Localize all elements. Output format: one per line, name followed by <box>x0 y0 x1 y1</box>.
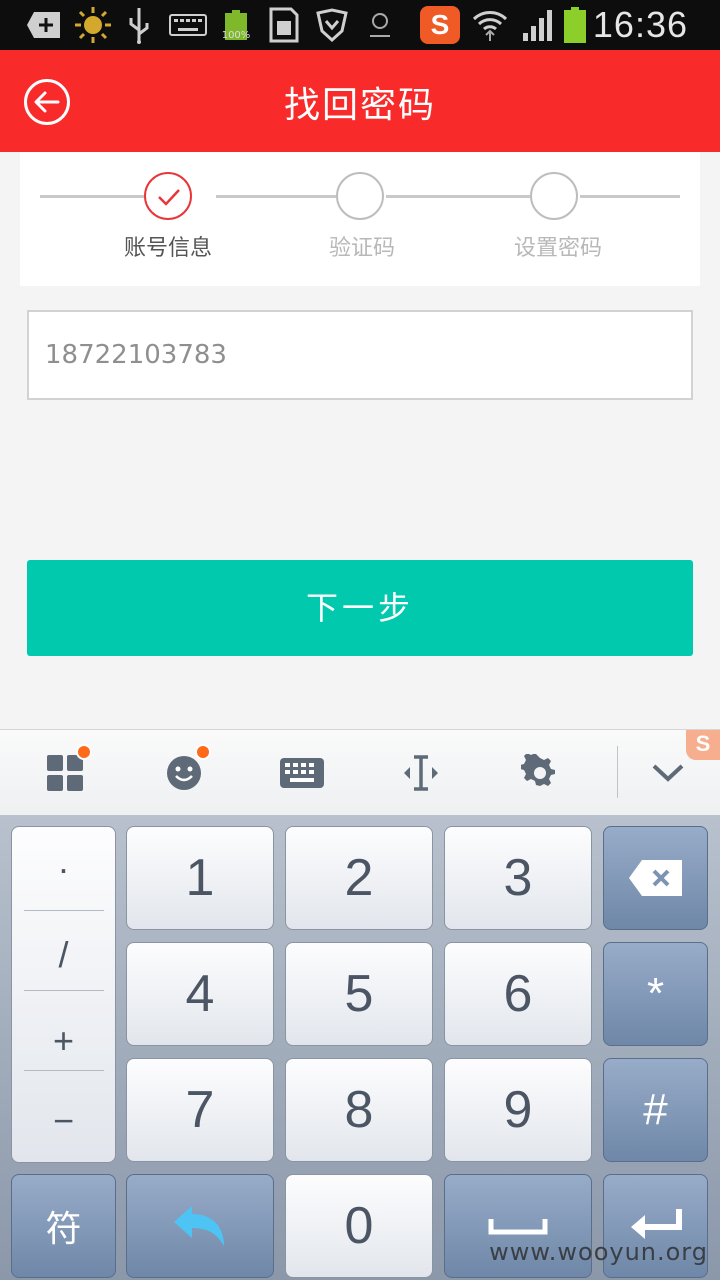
step-connector <box>216 195 336 198</box>
step-2-label: 验证码 <box>328 236 395 261</box>
emblem-icon <box>364 6 396 44</box>
plus-icon <box>26 6 64 44</box>
key-hash[interactable]: # <box>603 1058 708 1162</box>
toolbar-divider <box>617 746 618 798</box>
key-3[interactable]: 3 <box>444 826 592 930</box>
sogou-logo: S <box>686 730 720 760</box>
key-6[interactable]: 6 <box>444 942 592 1046</box>
watermark: www.wooyun.org <box>489 1238 708 1266</box>
backspace-key[interactable] <box>603 826 708 930</box>
key-plus[interactable]: + <box>12 1001 115 1081</box>
wifi-icon <box>472 6 508 44</box>
notification-dot <box>76 744 92 760</box>
sogou-icon: S <box>420 6 460 44</box>
usb-icon <box>124 6 154 44</box>
cursor-icon[interactable] <box>396 748 446 798</box>
step-3-indicator <box>530 172 578 220</box>
backspace-icon <box>628 860 682 896</box>
step-connector <box>40 195 160 198</box>
page-title: 找回密码 <box>283 85 436 126</box>
step-3-label: 设置密码 <box>513 236 602 261</box>
undo-icon <box>174 1206 224 1246</box>
status-bar: 100% S 16:36 <box>0 0 720 50</box>
step-connector <box>386 195 530 198</box>
step-2-indicator <box>336 172 384 220</box>
key-slash[interactable]: / <box>12 915 115 995</box>
numeric-keyboard: · / + − 1 2 3 4 5 6 * 7 8 9 # 符 0 <box>0 815 720 1280</box>
keyboard-switch-icon[interactable] <box>277 748 327 798</box>
key-5[interactable]: 5 <box>285 942 433 1046</box>
next-step-button[interactable]: 下一步 <box>27 560 693 656</box>
keyboard-icon <box>168 6 208 44</box>
apps-icon[interactable] <box>40 744 92 798</box>
key-4[interactable]: 4 <box>126 942 274 1046</box>
emoji-icon[interactable] <box>159 744 211 798</box>
battery-percent: 100% <box>221 29 251 41</box>
key-1[interactable]: 1 <box>126 826 274 930</box>
key-0[interactable]: 0 <box>285 1174 433 1278</box>
step-1-label: 账号信息 <box>123 236 212 261</box>
clock: 16:36 <box>592 4 688 45</box>
checkmark-icon <box>158 189 180 206</box>
key-2[interactable]: 2 <box>285 826 433 930</box>
symbols-switch-key[interactable]: 符 <box>11 1174 116 1278</box>
shield-icon <box>314 6 350 44</box>
battery-icon <box>562 6 588 44</box>
battery-full-icon: 100% <box>220 6 252 44</box>
step-1-indicator <box>144 172 192 220</box>
key-8[interactable]: 8 <box>285 1058 433 1162</box>
key-minus[interactable]: − <box>12 1081 115 1161</box>
progress-steps: 账号信息 验证码 设置密码 <box>20 152 700 286</box>
signal-icon <box>520 6 556 44</box>
phone-number-input[interactable]: 18722103783 <box>27 310 693 400</box>
notification-dot <box>195 744 211 760</box>
key-asterisk[interactable]: * <box>603 942 708 1046</box>
brightness-icon <box>74 6 112 44</box>
divider <box>24 910 104 911</box>
key-dot[interactable]: · <box>12 829 115 909</box>
sd-card-icon <box>268 6 300 44</box>
key-7[interactable]: 7 <box>126 1058 274 1162</box>
undo-key[interactable] <box>126 1174 274 1278</box>
space-icon <box>488 1219 548 1235</box>
step-connector <box>580 195 680 198</box>
keyboard-toolbar: S <box>0 729 720 815</box>
app-header: 找回密码 <box>0 50 720 152</box>
key-9[interactable]: 9 <box>444 1058 592 1162</box>
divider <box>24 1070 104 1071</box>
symbol-column: · / + − <box>11 826 116 1163</box>
chevron-down-icon[interactable] <box>643 748 693 798</box>
settings-icon[interactable] <box>515 748 565 798</box>
divider <box>24 990 104 991</box>
